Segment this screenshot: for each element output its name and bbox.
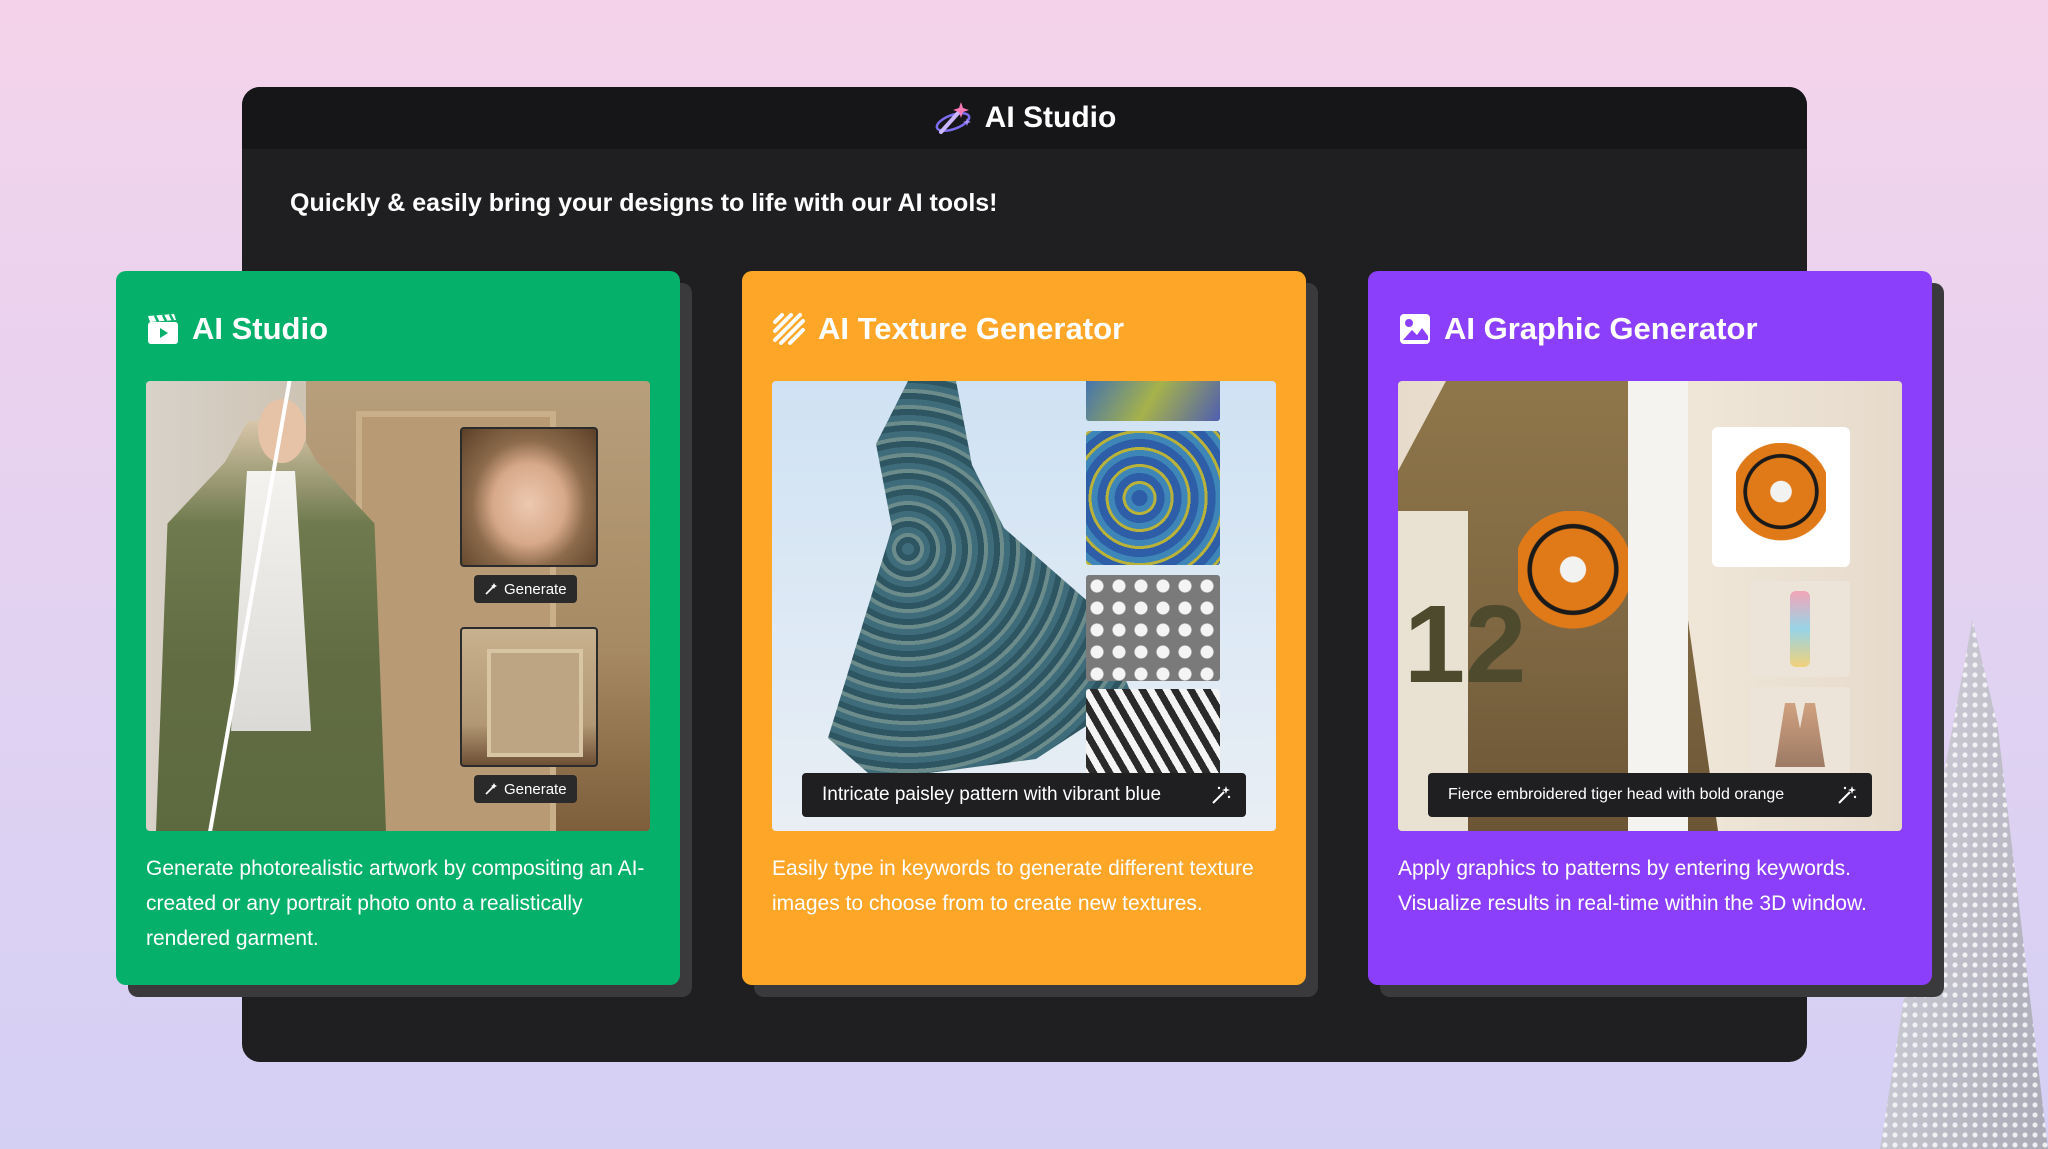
generate-button-label: Generate (504, 580, 567, 598)
shirt-placket (1628, 381, 1688, 831)
portrait-thumbnail[interactable] (460, 427, 598, 567)
prompt-text: Intricate paisley pattern with vibrant b… (822, 784, 1162, 805)
tiger-graphic-thumbnail[interactable] (1712, 427, 1850, 567)
magic-wand-icon[interactable] (1836, 784, 1858, 806)
ai-studio-card[interactable]: AI Studio Generate Generate Generate pho… (116, 271, 680, 985)
room-thumbnail[interactable] (460, 627, 598, 767)
bottle-graphic-thumbnail[interactable] (1750, 581, 1850, 677)
card-title: AI Studio (192, 311, 329, 346)
graphic-prompt-input[interactable]: Fierce embroidered tiger head with bold … (1428, 773, 1872, 817)
card-description: Apply graphics to patterns by entering k… (1398, 857, 1867, 915)
sparkle-wand-icon (485, 783, 497, 795)
texture-lines-icon (773, 313, 805, 345)
ai-texture-card-wrapper: AI Texture Generator Intricate paisley p… (742, 271, 1318, 997)
graphic-preview-image: 12 Fierce embroidered tiger head with bo… (1398, 381, 1902, 831)
window-titlebar: AI Studio (242, 87, 1807, 149)
generate-button-label: Generate (504, 780, 567, 798)
film-clapper-icon (148, 313, 178, 344)
image-graphic-icon (1400, 314, 1430, 344)
card-title: AI Texture Generator (818, 311, 1125, 346)
generate-portrait-button[interactable]: Generate (474, 575, 577, 603)
magic-wand-sparkle-icon (935, 102, 971, 134)
texture-swatch-dots[interactable] (1086, 575, 1220, 681)
card-header: AI Texture Generator (772, 271, 1276, 381)
ai-graphic-card-wrapper: AI Graphic Generator 12 Fierce embroider… (1368, 271, 1944, 997)
ai-studio-card-wrapper: AI Studio Generate Generate Generate pho… (116, 271, 692, 997)
magic-wand-icon[interactable] (1210, 784, 1232, 806)
card-description: Generate photorealistic artwork by compo… (146, 857, 645, 950)
paisley-dress-render (828, 381, 1132, 780)
ai-texture-generator-card[interactable]: AI Texture Generator Intricate paisley p… (742, 271, 1306, 985)
ai-graphic-generator-card[interactable]: AI Graphic Generator 12 Fierce embroider… (1368, 271, 1932, 985)
texture-prompt-input[interactable]: Intricate paisley pattern with vibrant b… (802, 773, 1246, 817)
sparkle-wand-icon (485, 583, 497, 595)
card-description: Easily type in keywords to generate diff… (772, 857, 1254, 915)
tagline: Quickly & easily bring your designs to l… (290, 189, 998, 217)
figures-graphic-thumbnail[interactable] (1750, 687, 1850, 783)
card-header: AI Studio (146, 271, 650, 381)
card-title: AI Graphic Generator (1444, 311, 1758, 346)
texture-swatch[interactable] (1086, 381, 1220, 421)
ai-studio-preview-image: Generate Generate (146, 381, 650, 831)
texture-preview-image: Intricate paisley pattern with vibrant b… (772, 381, 1276, 831)
jacket-number: 12 (1404, 583, 1527, 706)
window-title: AI Studio (984, 101, 1117, 134)
texture-swatch-paisley[interactable] (1086, 431, 1220, 565)
generate-background-button[interactable]: Generate (474, 775, 577, 803)
card-header: AI Graphic Generator (1398, 271, 1902, 381)
tiger-patch (1518, 511, 1628, 641)
prompt-text: Fierce embroidered tiger head with bold … (1448, 786, 1785, 803)
